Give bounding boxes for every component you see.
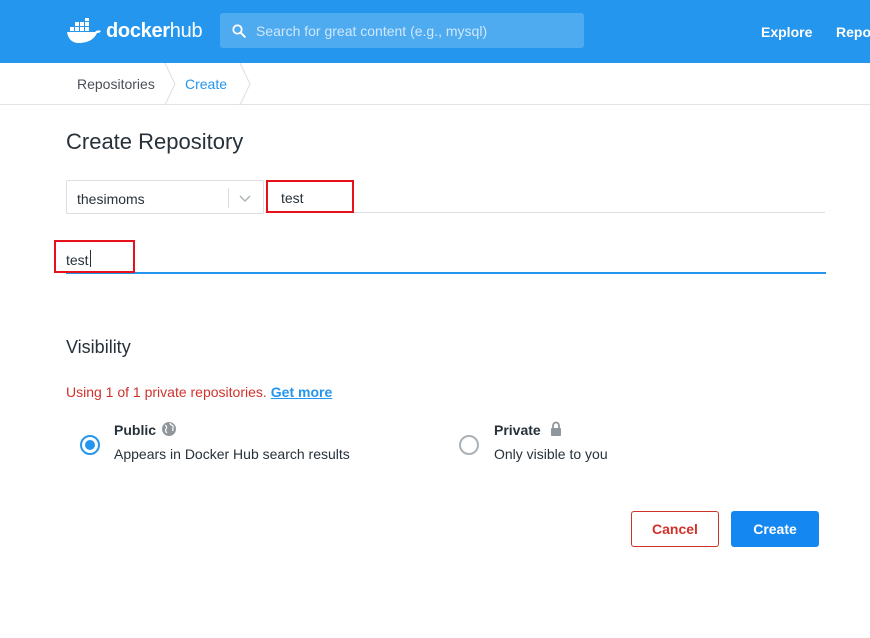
text-caret	[90, 250, 91, 267]
private-radio[interactable]	[459, 435, 479, 455]
repository-name-underline	[265, 212, 825, 213]
globe-icon	[162, 422, 176, 436]
whale-icon	[67, 18, 101, 43]
namespace-select[interactable]: thesimoms	[66, 180, 264, 214]
search-bar	[220, 13, 584, 48]
nav-explore-link[interactable]: Explore	[761, 24, 812, 40]
search-icon	[230, 22, 248, 40]
get-more-link[interactable]: Get more	[271, 384, 332, 400]
breadcrumb-repositories[interactable]: Repositories	[77, 76, 155, 92]
docker-hub-logo[interactable]: dockerhub	[66, 15, 203, 47]
nav-repositories-link[interactable]: Repo	[836, 24, 870, 40]
logo-word-docker: docker	[106, 19, 170, 42]
breadcrumb-create[interactable]: Create	[185, 76, 227, 92]
top-navbar: dockerhub Explore Repo	[0, 0, 870, 63]
logo-word-hub: hub	[169, 19, 203, 42]
visibility-title: Visibility	[66, 337, 131, 357]
breadcrumb-separator-icon	[164, 63, 176, 105]
private-option-description: Only visible to you	[494, 446, 608, 462]
chevron-down-icon	[239, 195, 251, 202]
public-option-description: Appears in Docker Hub search results	[114, 446, 350, 462]
create-button[interactable]: Create	[731, 511, 819, 547]
repository-name-input[interactable]	[281, 188, 821, 208]
page-title: Create Repository	[66, 129, 244, 154]
breadcrumb: Repositories Create	[0, 63, 870, 105]
private-repo-usage-note: Using 1 of 1 private repositories. Get mo…	[66, 384, 332, 400]
usage-note-text: Using 1 of 1 private repositories.	[66, 384, 267, 400]
public-option-title: Public	[114, 422, 157, 438]
public-radio[interactable]	[80, 435, 100, 455]
search-input[interactable]	[256, 22, 576, 39]
private-option-title: Private	[494, 422, 541, 438]
description-underline	[66, 272, 826, 274]
breadcrumb-separator-icon	[239, 63, 251, 105]
description-input[interactable]	[66, 250, 824, 270]
lock-icon	[551, 421, 561, 436]
cancel-button[interactable]: Cancel	[631, 511, 719, 547]
namespace-divider	[228, 188, 229, 208]
namespace-value: thesimoms	[77, 191, 145, 207]
